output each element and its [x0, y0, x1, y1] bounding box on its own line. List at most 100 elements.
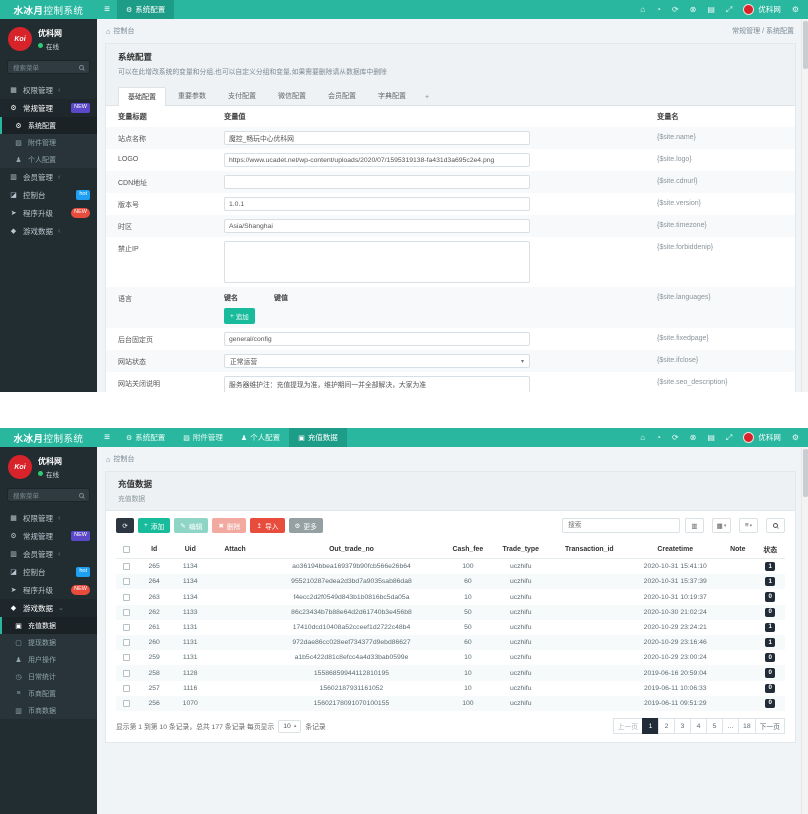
page-button[interactable]: 5: [706, 718, 724, 735]
sidebar-item[interactable]: ▢ 提现数据: [0, 634, 97, 651]
sidebar-item[interactable]: ◪ 控制台 hot: [0, 563, 97, 581]
scrollbar-thumb[interactable]: [803, 21, 808, 69]
bell-icon[interactable]: ◔: [656, 5, 661, 14]
sidebar-item[interactable]: ⚙ 系统配置: [0, 117, 97, 134]
version-input[interactable]: [224, 197, 530, 211]
sidebar-item[interactable]: ▦ 权限管理 ‹: [0, 81, 97, 99]
app-brand[interactable]: 水冰月 控制系统: [0, 0, 97, 19]
delete-button[interactable]: ✖ 删除: [212, 518, 247, 533]
home-icon[interactable]: ⌂: [640, 5, 645, 14]
sidebar-item[interactable]: ≡ 币商配置: [0, 685, 97, 702]
config-tab[interactable]: 支付配置: [218, 86, 266, 105]
row-checkbox[interactable]: [123, 639, 131, 647]
import-button[interactable]: ↥ 导入: [250, 518, 285, 533]
sidebar-item[interactable]: ◆ 游戏数据 ‹: [0, 222, 97, 240]
sidebar-item[interactable]: ▨ 附件管理: [0, 134, 97, 151]
topbar-tab[interactable]: ⚙ 系统配置: [117, 428, 174, 447]
scrollbar-thumb[interactable]: [803, 449, 808, 497]
sidebar-item[interactable]: ▥ 会员管理 ‹: [0, 168, 97, 186]
fullscreen-icon[interactable]: ⤢: [726, 433, 732, 442]
config-tab[interactable]: 字典配置: [368, 86, 416, 105]
sidebar-item[interactable]: ➤ 程序升级 NEW: [0, 204, 97, 222]
topbar-tab[interactable]: ▣ 充值数据: [289, 428, 347, 447]
table-header-cell[interactable]: Out_trade_no: [260, 540, 443, 559]
page-button[interactable]: 2: [658, 718, 676, 735]
config-tab[interactable]: 重要参数: [168, 86, 216, 105]
sidebar-item[interactable]: ▥ 币商数据: [0, 702, 97, 719]
table-header-cell[interactable]: Transaction_id: [548, 540, 631, 559]
config-tab[interactable]: 会员配置: [318, 86, 366, 105]
table-header-cell[interactable]: Attach: [209, 540, 261, 559]
page-button[interactable]: 下一页: [754, 718, 785, 735]
layout-icon[interactable]: ▤: [707, 433, 715, 442]
layout-icon[interactable]: ▤: [707, 5, 715, 14]
table-header-cell[interactable]: Id: [137, 540, 171, 559]
table-header-cell[interactable]: Trade_type: [493, 540, 549, 559]
site-status-select[interactable]: 正常运营 ▾: [224, 354, 530, 368]
row-checkbox[interactable]: [123, 578, 131, 586]
refresh-icon[interactable]: ⟳: [672, 433, 679, 442]
sidebar-item[interactable]: ➤ 程序升级 NEW: [0, 581, 97, 599]
config-tab[interactable]: +: [418, 89, 436, 105]
add-button[interactable]: + 添加: [138, 518, 171, 533]
columns-button[interactable]: ▦ ▾: [712, 518, 731, 533]
sidebar-item[interactable]: ◆ 游戏数据 ⌄: [0, 599, 97, 617]
advanced-search-button[interactable]: [766, 518, 785, 533]
page-button[interactable]: 4: [690, 718, 708, 735]
timezone-input[interactable]: [224, 219, 530, 233]
settings-gear-icon[interactable]: ⚙: [792, 5, 799, 14]
row-checkbox[interactable]: [123, 623, 131, 631]
row-checkbox[interactable]: [123, 563, 131, 571]
topbar-tab[interactable]: ♟ 个人配置: [232, 428, 289, 447]
refresh-button[interactable]: ⟳: [116, 518, 134, 533]
row-checkbox[interactable]: [123, 669, 131, 677]
page-button[interactable]: 上一页: [612, 718, 644, 735]
table-header-cell[interactable]: Cash_fee: [442, 540, 494, 559]
row-checkbox[interactable]: [123, 593, 131, 601]
cdn-input[interactable]: [224, 175, 530, 189]
fixedpage-input[interactable]: [224, 332, 530, 346]
table-header-cell[interactable]: Note: [720, 540, 756, 559]
sidebar-item[interactable]: ♟ 用户操作: [0, 651, 97, 668]
sidebar-item[interactable]: ⚙ 常规管理 NEW: [0, 99, 97, 117]
logo-input[interactable]: [224, 153, 530, 167]
sidebar-search-input[interactable]: 搜索菜单: [7, 488, 90, 502]
refresh-icon[interactable]: ⟳: [672, 5, 679, 14]
user-menu[interactable]: 优科网: [743, 4, 781, 15]
sidebar-item[interactable]: ▦ 权限管理 ‹: [0, 509, 97, 527]
breadcrumb-home[interactable]: ⌂ 控制台: [106, 454, 135, 464]
forbidden-ip-textarea[interactable]: [224, 241, 530, 283]
table-search-input[interactable]: [562, 518, 680, 533]
table-header-cell[interactable]: 状态: [755, 540, 785, 559]
settings-gear-icon[interactable]: ⚙: [792, 433, 799, 442]
sidebar-item[interactable]: ◪ 控制台 hot: [0, 186, 97, 204]
sidebar-item[interactable]: ♟ 个人配置: [0, 151, 97, 168]
scrollbar[interactable]: [801, 447, 808, 814]
menu-toggle-icon[interactable]: ≡: [97, 0, 117, 19]
toggle-view-button[interactable]: ▥: [685, 518, 704, 533]
clear-cache-icon[interactable]: ⊗: [690, 5, 697, 14]
topbar-tab[interactable]: ▨ 附件管理: [174, 428, 232, 447]
table-header-cell[interactable]: Createtime: [630, 540, 721, 559]
edit-button[interactable]: ✎ 编辑: [174, 518, 209, 533]
row-checkbox[interactable]: [123, 684, 131, 692]
topbar-tab-system-config[interactable]: ⚙ 系统配置: [117, 0, 175, 19]
per-page-select[interactable]: 10 ▴: [278, 719, 302, 733]
clear-cache-icon[interactable]: ⊗: [690, 433, 697, 442]
user-menu[interactable]: 优科网: [743, 432, 781, 443]
sidebar-item[interactable]: ⚙ 常规管理 NEW: [0, 527, 97, 545]
sidebar-item[interactable]: ◷ 日常统计: [0, 668, 97, 685]
scrollbar[interactable]: [801, 19, 808, 392]
page-button[interactable]: 3: [674, 718, 692, 735]
append-button[interactable]: + 追加: [224, 308, 255, 324]
close-note-textarea[interactable]: 服务器维护注：充值提现为准，维护期间一并全部解决，大家为准: [224, 376, 530, 392]
config-tab[interactable]: 基础配置: [118, 87, 166, 106]
table-header-cell[interactable]: Uid: [170, 540, 210, 559]
breadcrumb-home[interactable]: ⌂ 控制台: [106, 26, 135, 36]
row-checkbox[interactable]: [123, 654, 131, 662]
fullscreen-icon[interactable]: ⤢: [726, 5, 732, 14]
app-brand[interactable]: 水冰月 控制系统: [0, 428, 97, 447]
config-tab[interactable]: 微信配置: [268, 86, 316, 105]
more-button[interactable]: ⚙ 更多: [288, 518, 323, 533]
sidebar-search-input[interactable]: 搜索菜单: [7, 60, 90, 74]
